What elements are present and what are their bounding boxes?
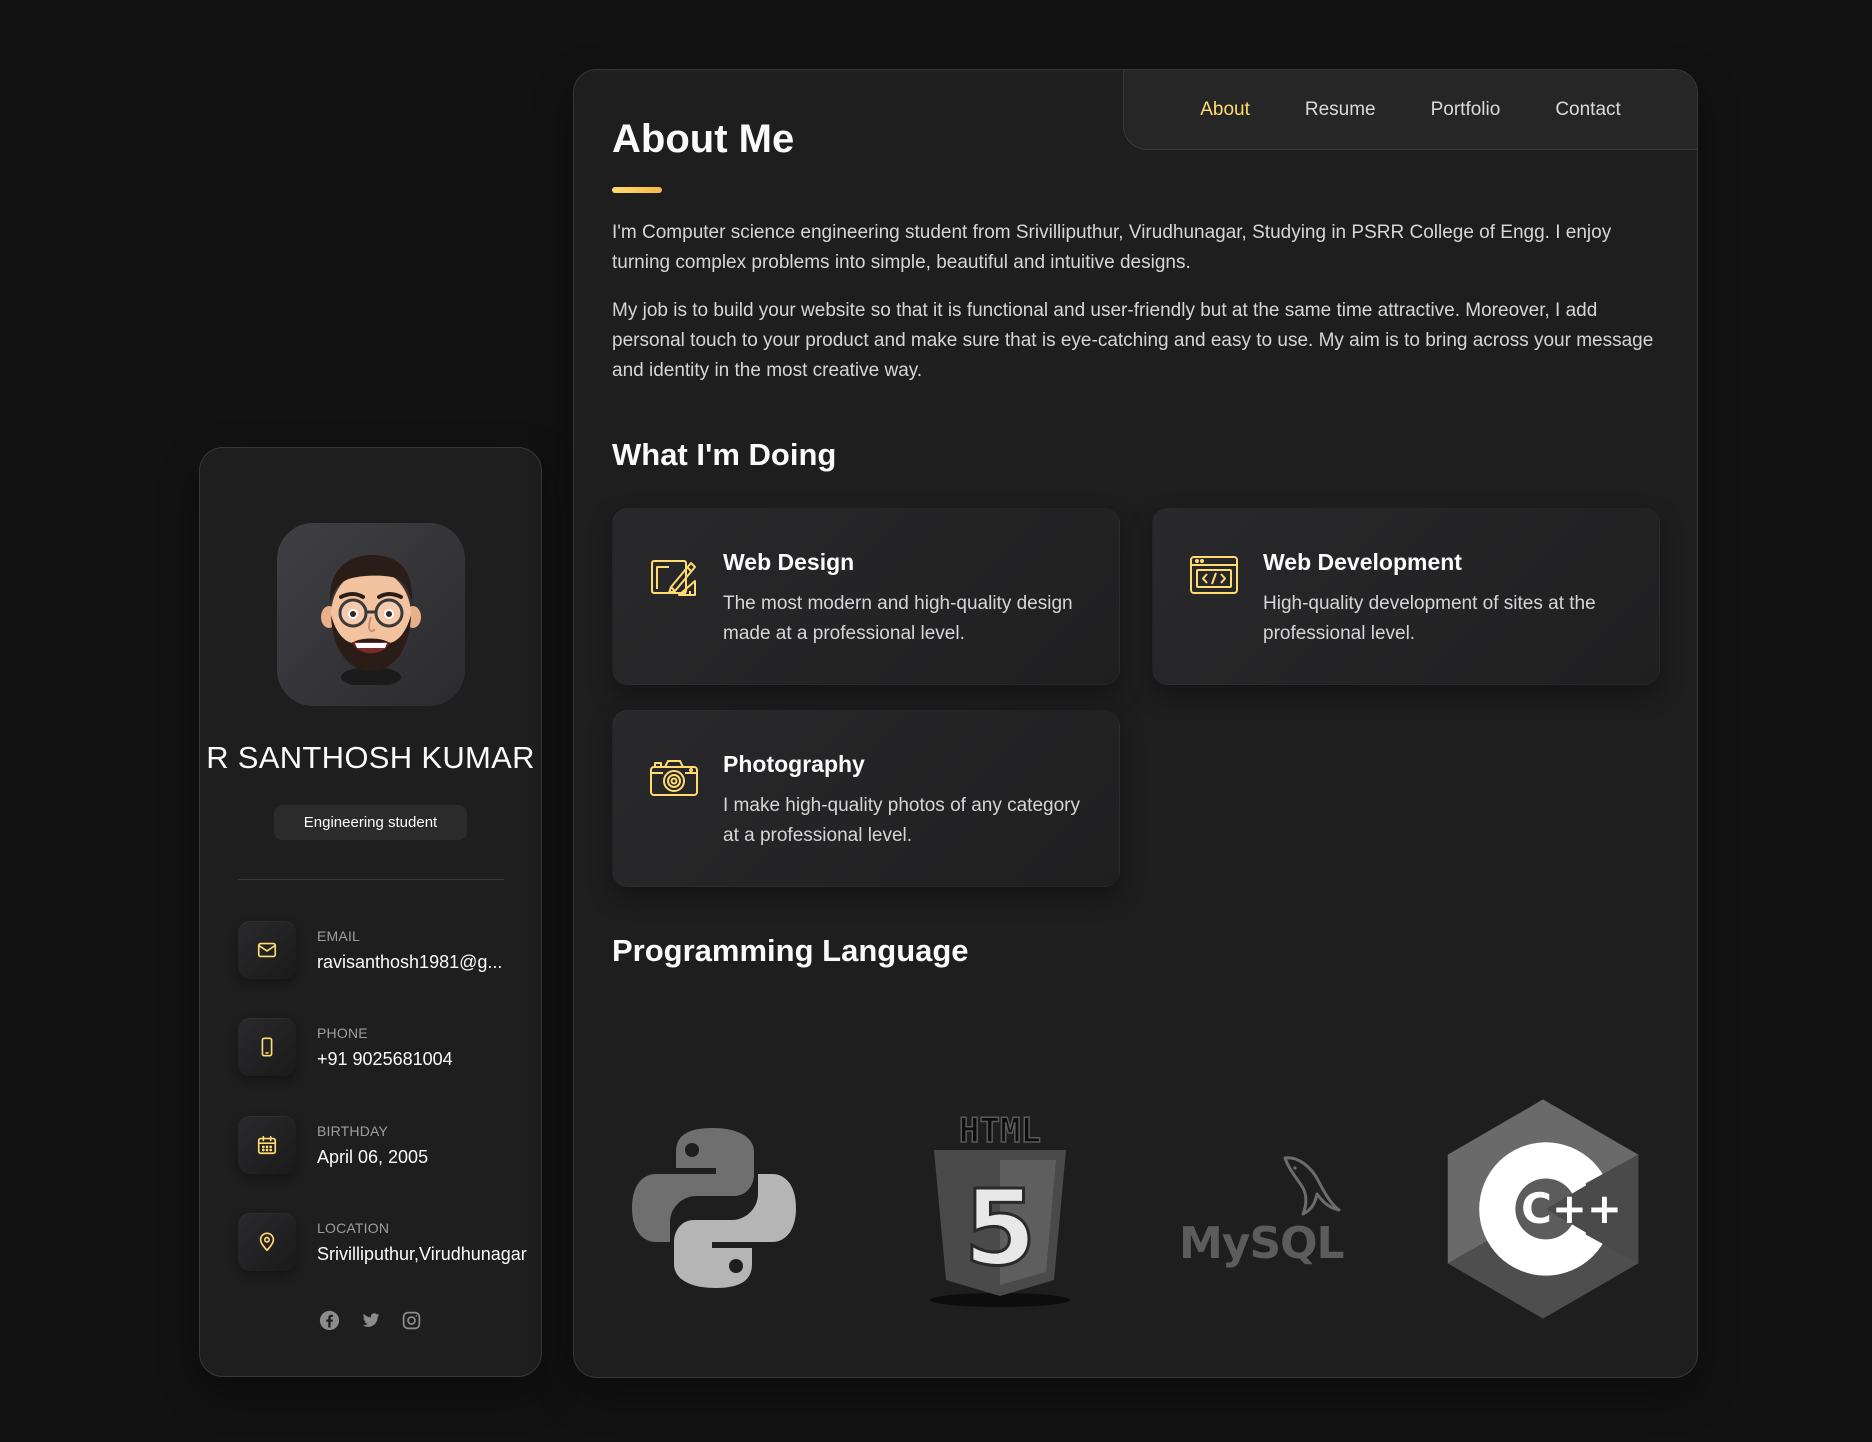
about-paragraph-2: My job is to build your website so that …	[612, 300, 1654, 381]
nav-contact[interactable]: Contact	[1555, 99, 1620, 121]
contact-location-label: LOCATION	[317, 1220, 390, 1236]
contact-email: EMAIL ravisanthosh1981@g...	[238, 921, 541, 981]
html5-logo-icon: HTML 5	[930, 1110, 1070, 1307]
contact-email-link[interactable]: ravisanthosh1981@g...	[317, 952, 507, 973]
service-title: Photography	[723, 751, 865, 777]
nav-portfolio[interactable]: Portfolio	[1431, 99, 1501, 121]
sidebar-divider	[238, 879, 504, 880]
instagram-icon[interactable]	[401, 1309, 423, 1331]
profile-sidebar: R SANTHOSH KUMAR Engineering student EMA…	[199, 447, 542, 1377]
calendar-icon	[238, 1116, 296, 1174]
contact-phone: PHONE +91 9025681004	[238, 1018, 541, 1078]
services-title: What I'm Doing	[612, 437, 837, 472]
service-text: I make high-quality photos of any catego…	[723, 795, 1080, 846]
python-logo-icon	[632, 1128, 796, 1288]
profile-name: R SANTHOSH KUMAR	[206, 740, 535, 775]
contact-birthday: BIRTHDAY April 06, 2005	[238, 1116, 541, 1176]
mail-icon	[238, 921, 296, 979]
cpp-logo-text: C++	[1521, 1184, 1622, 1233]
nav-about[interactable]: About	[1200, 99, 1250, 121]
language-cpp: C++	[1443, 1088, 1643, 1328]
facebook-icon[interactable]	[319, 1309, 341, 1331]
main-panel: About Resume Portfolio Contact About Me …	[573, 69, 1698, 1378]
twitter-icon[interactable]	[360, 1309, 382, 1331]
profile-title-badge: Engineering student	[274, 805, 467, 840]
language-python	[614, 1088, 814, 1328]
design-icon	[651, 560, 696, 596]
service-title: Web Design	[723, 549, 855, 575]
service-card-photography: Photography I make high-quality photos o…	[612, 710, 1120, 887]
top-navbar: About Resume Portfolio Contact	[1123, 70, 1697, 150]
location-pin-icon	[238, 1213, 296, 1271]
phone-icon	[238, 1018, 296, 1076]
service-title: Web Development	[1263, 549, 1462, 575]
service-text: High-quality development of sites at the…	[1263, 593, 1596, 644]
about-paragraph-1: I'm Computer science engineering student…	[612, 222, 1612, 273]
contact-birthday-value: April 06, 2005	[317, 1147, 429, 1167]
avatar	[277, 523, 465, 706]
contact-birthday-label: BIRTHDAY	[317, 1123, 389, 1139]
language-mysql: MySQL	[1170, 1088, 1370, 1328]
contact-phone-link[interactable]: +91 9025681004	[317, 1049, 453, 1070]
contact-phone-label: PHONE	[317, 1025, 368, 1041]
html5-logo-text: HTML	[959, 1111, 1041, 1151]
title-underline	[612, 187, 662, 193]
language-html5: HTML 5	[900, 1088, 1100, 1328]
nav-resume[interactable]: Resume	[1305, 99, 1376, 121]
contact-location: LOCATION Srivilliputhur,Virudhunagar	[238, 1213, 541, 1273]
contact-location-value: Srivilliputhur,Virudhunagar	[317, 1244, 527, 1264]
social-links	[200, 1309, 541, 1331]
html5-logo-number: 5	[964, 1167, 1036, 1289]
cpp-logo-icon: C++	[1447, 1099, 1639, 1319]
mysql-logo-icon: MySQL	[1179, 1156, 1345, 1268]
service-text: The most modern and high-quality design …	[723, 593, 1073, 644]
page-title: About Me	[612, 117, 795, 161]
memoji-avatar-icon	[321, 554, 421, 685]
service-card-web-design: Web Design The most modern and high-qual…	[612, 508, 1120, 685]
service-card-web-development: Web Development High-quality development…	[1152, 508, 1660, 685]
contact-email-label: EMAIL	[317, 928, 361, 944]
code-icon	[1190, 556, 1238, 594]
mysql-logo-text: MySQL	[1179, 1218, 1344, 1268]
languages-title: Programming Language	[612, 933, 969, 968]
camera-icon	[650, 760, 698, 796]
